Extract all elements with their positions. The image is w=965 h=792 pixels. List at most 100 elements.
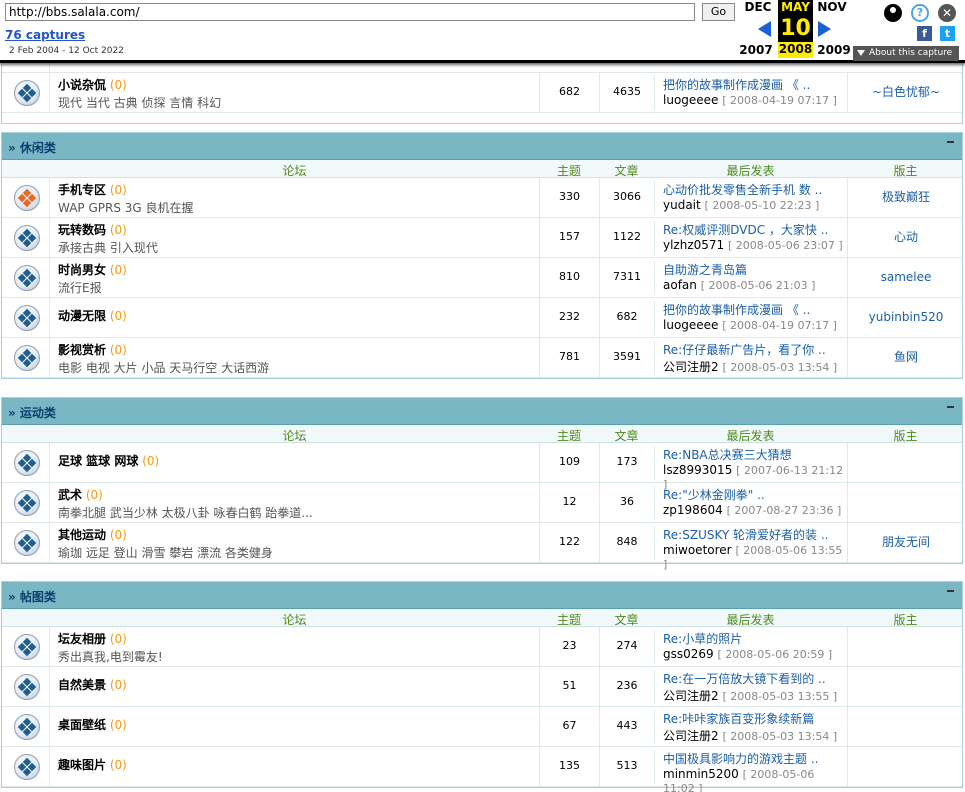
about-capture-button[interactable]: About this capture — [853, 46, 959, 61]
forum-row[interactable]: 趣味图片 (0) 135 513 中国极具影响力的游戏主题 .. minmin5200 … — [2, 747, 964, 792]
forum-moderator[interactable]: 极致巅狂 — [847, 178, 964, 217]
last-post-author[interactable]: luogeeee — [663, 93, 718, 107]
collapse-icon[interactable] — [945, 585, 956, 596]
forum-moderator[interactable]: 心动 — [847, 218, 964, 257]
last-post-title[interactable]: 把你的故事制作成漫画 《 .. — [663, 76, 846, 93]
help-icon[interactable]: ? — [911, 4, 929, 22]
last-post-title[interactable]: Re:SZUSKY 轮滑爱好者的装 .. — [663, 526, 846, 543]
wayback-current-date: MAY 10 2008 — [778, 0, 813, 58]
forum-icon — [14, 184, 40, 211]
forum-name[interactable]: 玩转数码 — [58, 223, 106, 237]
forum-name[interactable]: 趣味图片 — [58, 747, 106, 783]
wayback-prev-month[interactable]: DEC — [738, 0, 778, 14]
user-icon[interactable] — [884, 4, 902, 22]
twitter-icon[interactable]: t — [940, 26, 955, 41]
forum-row[interactable]: 自然美景 (0) 51 236 Re:在一万倍放大镜下看到的 .. 公司注册2 [ 20… — [2, 667, 962, 707]
wayback-next-month[interactable]: NOV — [812, 0, 852, 14]
forum-posts: 7311 — [599, 258, 654, 297]
section-title[interactable]: » 休闲类 — [8, 139, 56, 156]
last-post-title[interactable]: Re:小草的照片 — [663, 630, 846, 647]
forum-row[interactable]: 其他运动 (0) 瑜珈 远足 登山 滑雪 攀岩 漂流 各类健身 122 848 Re:S… — [2, 523, 964, 571]
last-post-title[interactable]: Re:咔咔家族百变形象续新篇 — [663, 710, 846, 727]
forum-moderator[interactable] — [847, 627, 964, 666]
forum-moderator[interactable] — [847, 483, 964, 522]
forum-row[interactable]: 手机专区 (0) WAP GPRS 3G 良机在握 330 3066 心动价批发零售全新… — [2, 178, 962, 218]
last-post-title[interactable]: Re:在一万倍放大镜下看到的 .. — [663, 670, 846, 687]
last-post-author[interactable]: 公司注册2 — [663, 360, 719, 374]
wayback-prev-year[interactable]: 2007 — [736, 43, 776, 57]
wayback-go-button[interactable]: Go — [702, 3, 735, 21]
forum-moderator[interactable]: 朋友无间 — [847, 523, 964, 562]
wayback-captures-link[interactable]: 76 captures — [5, 28, 85, 42]
forum-name[interactable]: 影视赏析 — [58, 343, 106, 357]
forum-name[interactable]: 自然美景 — [58, 667, 106, 703]
column-forum: 论坛 — [282, 164, 307, 178]
last-post-title[interactable]: 自助游之青岛篇 — [663, 261, 846, 278]
last-post-author[interactable]: miwoetorer — [663, 543, 732, 557]
forum-name[interactable]: 小说杂侃 — [58, 78, 106, 92]
forum-today-count: (0) — [109, 528, 127, 542]
last-post-author[interactable]: yudait — [663, 198, 701, 212]
last-post-title[interactable]: 心动价批发零售全新手机 数 .. — [663, 181, 846, 198]
forum-row[interactable]: 武术 (0) 南拳北腿 武当少林 太极八卦 咏春白鹤 跆拳道... 12 36 Re:"… — [2, 483, 962, 523]
forum-row[interactable]: 时尚男女 (0) 流行E报 810 7311 自助游之青岛篇 aofan [ 2008-0… — [2, 258, 962, 298]
forum-topics: 67 — [539, 707, 599, 746]
section-title[interactable]: » 帖图类 — [8, 588, 56, 605]
forum-posts: 3591 — [599, 338, 654, 377]
last-post-author[interactable]: 公司注册2 — [663, 689, 719, 703]
wayback-next-year[interactable]: 2009 — [814, 43, 854, 57]
forum-name[interactable]: 时尚男女 — [58, 263, 106, 277]
facebook-icon[interactable]: f — [917, 26, 932, 41]
forum-topics: 810 — [539, 258, 599, 297]
forum-moderator[interactable]: 鱼网 — [847, 338, 964, 377]
forum-moderator[interactable] — [847, 707, 964, 746]
forum-name[interactable]: 坛友相册 — [58, 632, 106, 646]
forum-name[interactable]: 其他运动 — [58, 528, 106, 542]
column-last-post: 最后发表 — [726, 429, 775, 443]
last-post-title[interactable]: 把你的故事制作成漫画 《 .. — [663, 301, 846, 318]
forum-moderator[interactable]: ~白色忧郁~ — [847, 73, 964, 112]
wayback-prev-arrow-icon[interactable] — [758, 21, 771, 37]
forum-moderator[interactable]: yubinbin520 — [847, 298, 964, 337]
forum-topics: 51 — [539, 667, 599, 706]
last-post-author[interactable]: minmin5200 — [663, 767, 739, 781]
last-post-title[interactable]: Re:NBA总决赛三大猜想 — [663, 446, 846, 463]
collapse-icon[interactable] — [945, 136, 956, 147]
forum-row[interactable]: 小说杂侃 (0) 现代 当代 古典 侦探 言情 科幻 682 4635 把你的故… — [2, 73, 962, 113]
forum-name[interactable]: 武术 — [58, 488, 82, 502]
forum-icon — [14, 304, 40, 331]
last-post-author[interactable]: luogeeee — [663, 318, 718, 332]
close-icon[interactable]: ✕ — [938, 4, 956, 22]
last-post-author[interactable]: gss0269 — [663, 647, 714, 661]
last-post-author[interactable]: 公司注册2 — [663, 729, 719, 743]
forum-name[interactable]: 足球 篮球 网球 — [58, 443, 138, 479]
forum-row[interactable]: 影视赏析 (0) 电影 电视 大片 小品 天马行空 大话西游 781 3591 Re:仔… — [2, 338, 962, 378]
forum-row[interactable]: 桌面壁纸 (0) 67 443 Re:咔咔家族百变形象续新篇 公司注册2 [ 2008-… — [2, 707, 962, 747]
last-post-author[interactable]: aofan — [663, 278, 697, 292]
column-forum: 论坛 — [282, 429, 307, 443]
forum-moderator[interactable]: samelee — [847, 258, 964, 297]
wayback-next-arrow-icon[interactable] — [818, 21, 831, 37]
last-post-author[interactable]: lsz8993015 — [663, 463, 732, 477]
section-title[interactable]: » 运动类 — [8, 404, 56, 421]
forum-row[interactable]: 坛友相册 (0) 秀出真我,电到霉友! 23 274 Re:小草的照片 gss0269 [… — [2, 627, 962, 667]
forum-icon — [14, 264, 40, 291]
last-post-author[interactable]: zp198604 — [663, 503, 723, 517]
forum-row[interactable]: 玩转数码 (0) 承接古典 引入现代 157 1122 Re:权威评测DVDC ，大家快… — [2, 218, 962, 258]
last-post-title[interactable]: Re:"少林金刚拳" .. — [663, 486, 846, 503]
forum-name[interactable]: 手机专区 — [58, 183, 106, 197]
last-post-title[interactable]: Re:权威评测DVDC ，大家快 .. — [663, 221, 846, 238]
column-posts: 文章 — [614, 429, 639, 443]
forum-moderator[interactable] — [847, 667, 964, 706]
last-post-title[interactable]: 中国极具影响力的游戏主题 .. — [663, 750, 846, 767]
forum-row[interactable]: 动漫无限 (0) 232 682 把你的故事制作成漫画 《 .. luogeeee [ … — [2, 298, 962, 338]
forum-name[interactable]: 桌面壁纸 — [58, 707, 106, 743]
forum-moderator[interactable] — [847, 443, 964, 482]
forum-name[interactable]: 动漫无限 — [58, 298, 106, 334]
last-post-title[interactable]: Re:仔仔最新广告片，看了你 .. — [663, 341, 846, 358]
wayback-url-input[interactable] — [5, 3, 695, 21]
forum-moderator[interactable] — [847, 747, 964, 786]
last-post-author[interactable]: ylzhz0571 — [663, 238, 724, 252]
forum-row[interactable]: 足球 篮球 网球 (0) 109 173 Re:NBA总决赛三大猜想 lsz899301… — [2, 443, 964, 491]
collapse-icon[interactable] — [945, 401, 956, 412]
